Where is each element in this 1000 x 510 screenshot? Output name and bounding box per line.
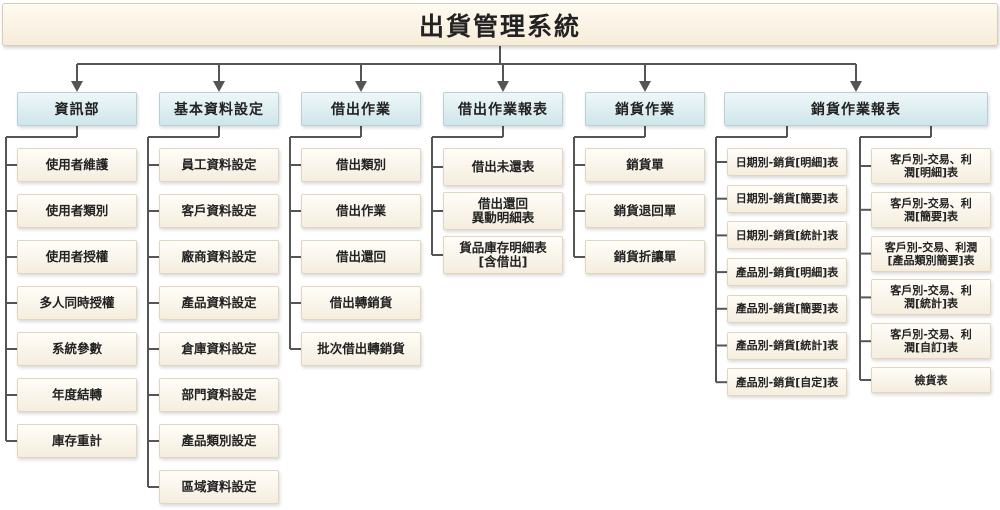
menu-item[interactable]: 年度結轉: [17, 378, 137, 412]
report-item[interactable]: 檢貨表: [871, 367, 991, 393]
category-header[interactable]: 銷貨作業: [585, 92, 705, 126]
menu-item[interactable]: 使用者類別: [17, 194, 137, 228]
menu-item[interactable]: 系統參數: [17, 332, 137, 366]
menu-item[interactable]: 使用者授權: [17, 240, 137, 274]
arrow-head: [355, 81, 367, 92]
menu-item[interactable]: 產品類別設定: [159, 424, 279, 458]
menu-item[interactable]: 多人同時授權: [17, 286, 137, 320]
menu-item[interactable]: 貨品庫存明細表 [含借出]: [443, 236, 563, 274]
report-item[interactable]: 產品別-銷貨[統計]表: [727, 331, 847, 360]
menu-item[interactable]: 區域資料設定: [159, 470, 279, 504]
category-header[interactable]: 借出作業: [301, 92, 421, 126]
menu-item[interactable]: 銷貨退回單: [585, 194, 705, 228]
menu-item[interactable]: 借出類別: [301, 148, 421, 182]
report-item[interactable]: 日期別-銷貨[明細]表: [727, 148, 847, 176]
menu-item[interactable]: 廠商資料設定: [159, 240, 279, 274]
menu-item[interactable]: 庫存重計: [17, 424, 137, 458]
arrow-head: [213, 81, 225, 92]
menu-item[interactable]: 借出轉銷貨: [301, 286, 421, 320]
menu-item[interactable]: 產品資料設定: [159, 286, 279, 320]
menu-item[interactable]: 借出未還表: [443, 148, 563, 186]
menu-item[interactable]: 借出作業: [301, 194, 421, 228]
report-item[interactable]: 客戶別-交易、利 潤[統計]表: [871, 279, 991, 316]
menu-item[interactable]: 銷貨單: [585, 148, 705, 182]
report-item[interactable]: 產品別-銷貨[簡要]表: [727, 294, 847, 323]
report-item[interactable]: 客戶別-交易、利潤 [產品類別簡要]表: [871, 235, 991, 272]
category-header[interactable]: 基本資料設定: [159, 92, 279, 126]
category-header[interactable]: 借出作業報表: [443, 92, 563, 126]
report-item[interactable]: 客戶別-交易、利 潤[簡要]表: [871, 191, 991, 228]
menu-item[interactable]: 員工資料設定: [159, 148, 279, 182]
report-item[interactable]: 產品別-銷貨[明細]表: [727, 258, 847, 287]
arrow-head: [71, 81, 83, 92]
arrow-head: [850, 81, 862, 92]
menu-item[interactable]: 客戶資料設定: [159, 194, 279, 228]
report-item[interactable]: 日期別-銷貨[統計]表: [727, 221, 847, 250]
category-header[interactable]: 資訊部: [17, 92, 137, 126]
system-title: 出貨管理系統: [2, 3, 998, 46]
arrow-head: [497, 81, 509, 92]
menu-item[interactable]: 使用者維護: [17, 148, 137, 182]
menu-item[interactable]: 借出還回 異動明細表: [443, 192, 563, 230]
menu-item[interactable]: 倉庫資料設定: [159, 332, 279, 366]
menu-item[interactable]: 批次借出轉銷貨: [301, 332, 421, 366]
category-header[interactable]: 銷貨作業報表: [724, 92, 988, 126]
report-item[interactable]: 客戶別-交易、利 潤[明細]表: [871, 148, 991, 184]
report-item[interactable]: 日期別-銷貨[簡要]表: [727, 184, 847, 213]
menu-item[interactable]: 銷貨折讓單: [585, 240, 705, 274]
report-item[interactable]: 客戶別-交易、利 潤[自訂]表: [871, 323, 991, 360]
menu-item[interactable]: 部門資料設定: [159, 378, 279, 412]
arrow-head: [639, 81, 651, 92]
menu-item[interactable]: 借出還回: [301, 240, 421, 274]
report-item[interactable]: 產品別-銷貨[自定]表: [727, 368, 847, 397]
